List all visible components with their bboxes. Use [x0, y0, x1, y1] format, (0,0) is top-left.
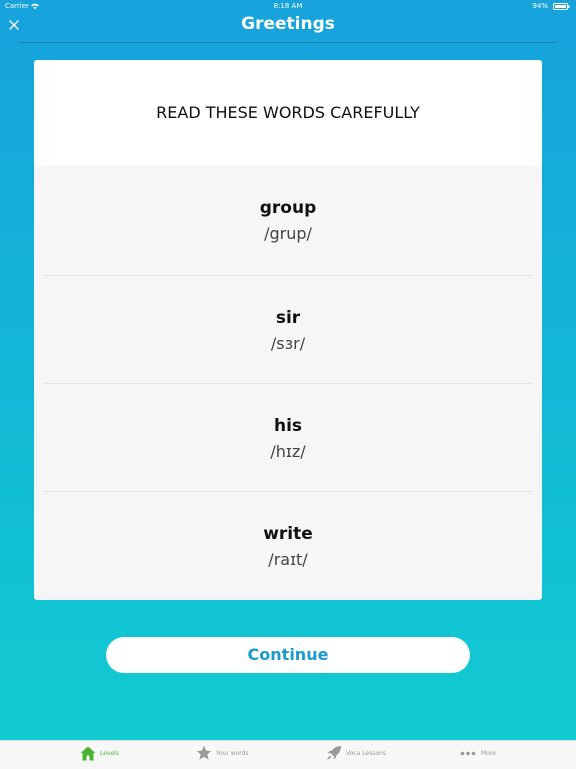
continue-button[interactable]: Continue: [106, 637, 470, 673]
status-bar: Carrier 8:18 AM 94%: [0, 0, 576, 12]
status-time: 8:18 AM: [273, 2, 303, 10]
word-row: group /grup/: [42, 166, 534, 274]
nav-bar: Greetings: [0, 12, 576, 44]
card-title: READ THESE WORDS CAREFULLY: [156, 103, 420, 122]
word-row: write /raɪt/: [42, 491, 534, 600]
words-card: READ THESE WORDS CAREFULLY group /grup/ …: [34, 60, 542, 600]
star-icon: [196, 745, 212, 760]
nav-divider: [18, 42, 558, 43]
tab-levels[interactable]: Levels: [78, 741, 158, 769]
tab-more[interactable]: More: [460, 741, 520, 769]
tab-label: Your words: [216, 750, 249, 757]
tab-bar: Levels Your words Voca Lessons More: [0, 740, 576, 769]
word-text: write: [263, 524, 313, 544]
word-row: his /hɪz/: [42, 383, 534, 492]
battery-icon: [553, 3, 570, 10]
phonetic-text: /raɪt/: [268, 550, 308, 569]
word-text: his: [273, 416, 303, 436]
battery-percent: 94%: [532, 2, 548, 10]
tab-label: Voca Lessons: [346, 750, 386, 757]
word-text: sir: [275, 308, 301, 328]
tab-label: More: [481, 750, 496, 757]
phonetic-text: /sɜr/: [270, 334, 306, 353]
tab-your-words[interactable]: Your words: [196, 741, 276, 769]
rocket-icon: [327, 746, 341, 760]
tab-label: Levels: [100, 750, 119, 757]
word-row: sir /sɜr/: [42, 275, 534, 384]
home-icon: [80, 746, 96, 761]
phonetic-text: /grup/: [264, 224, 312, 243]
page-title: Greetings: [241, 14, 335, 34]
card-header: READ THESE WORDS CAREFULLY: [34, 60, 542, 166]
tab-voca-lessons[interactable]: Voca Lessons: [326, 741, 416, 769]
phonetic-text: /hɪz/: [270, 442, 306, 461]
word-text: group: [259, 198, 317, 218]
more-dots-icon: [460, 751, 476, 756]
